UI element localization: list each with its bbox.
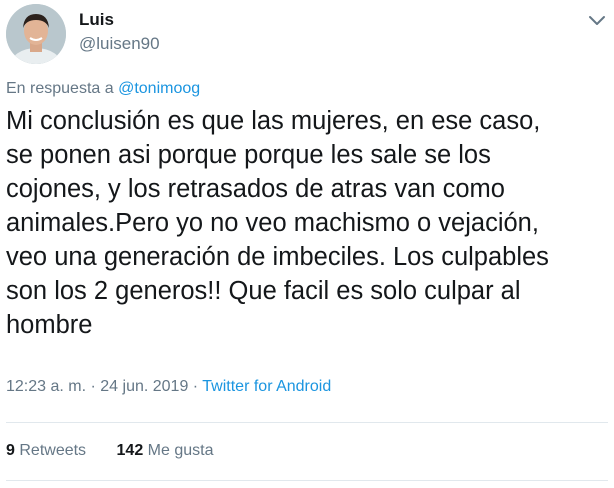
meta-separator: · — [188, 378, 203, 395]
profile-photo-icon — [6, 4, 66, 64]
likes-stat[interactable]: 142 Me gusta — [117, 442, 214, 459]
divider — [6, 422, 608, 423]
tweet-text: Mi conclusión es que las mujeres, en ese… — [6, 107, 549, 339]
reply-mention-link[interactable]: @tonimoog — [118, 80, 200, 97]
user-display-name[interactable]: Luis — [79, 10, 114, 30]
tweet-stats: 9 Retweets 142 Me gusta — [6, 442, 239, 460]
tweet-meta: 12:23 a. m. · 24 jun. 2019 · Twitter for… — [6, 378, 331, 396]
retweets-label: Retweets — [19, 442, 87, 459]
tweet-time[interactable]: 12:23 a. m. — [6, 378, 86, 395]
user-handle[interactable]: @luisen90 — [79, 34, 160, 54]
retweets-stat[interactable]: 9 Retweets — [6, 442, 86, 459]
meta-separator: · — [86, 378, 101, 395]
reply-context: En respuesta a @tonimoog — [6, 80, 200, 98]
chevron-down-icon[interactable] — [587, 14, 607, 28]
divider — [6, 480, 608, 481]
tweet-date[interactable]: 24 jun. 2019 — [100, 378, 188, 395]
tweet-source-link[interactable]: Twitter for Android — [202, 378, 331, 395]
likes-label: Me gusta — [147, 442, 214, 459]
avatar[interactable] — [6, 4, 66, 64]
likes-count: 142 — [116, 442, 144, 459]
reply-prefix: En respuesta a — [6, 80, 119, 97]
retweets-count: 9 — [6, 442, 15, 459]
